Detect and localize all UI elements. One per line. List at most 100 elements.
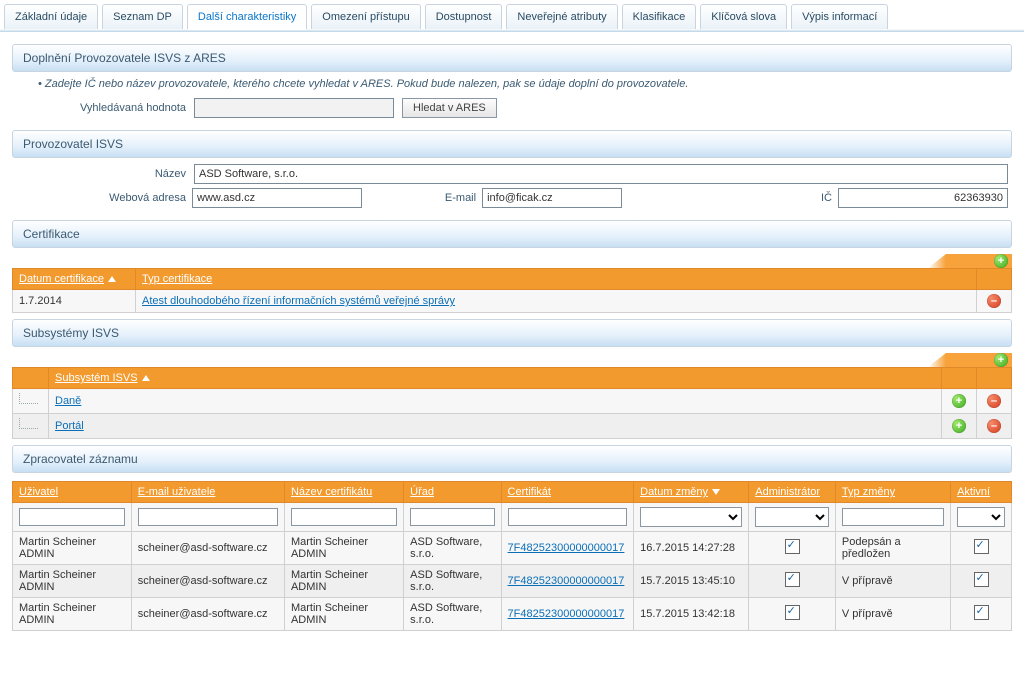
zprac-col-cert[interactable]: Certifikát (501, 482, 634, 503)
sort-desc-icon (712, 489, 720, 495)
web-input[interactable] (192, 188, 362, 208)
zprac-cert: 7F48252300000000017 (501, 565, 634, 598)
tab-underline (0, 29, 1024, 32)
ares-search-label: Vyhledávaná hodnota (16, 102, 186, 114)
checkbox-icon (785, 605, 800, 620)
tab-0[interactable]: Základní údaje (4, 4, 98, 29)
zprac-col-datum[interactable]: Datum změny (634, 482, 749, 503)
subs-link[interactable]: Daně (55, 395, 81, 407)
add-subs-icon[interactable]: + (994, 353, 1008, 367)
ic-label: IČ (821, 192, 832, 204)
filter-cert[interactable] (508, 508, 628, 526)
zprac-email: scheiner@asd-software.cz (131, 565, 284, 598)
nazev-label: Název (16, 168, 186, 180)
subs-link[interactable]: Portál (55, 420, 84, 432)
cert-typ: Atest dlouhodobého řízení informačních s… (136, 290, 977, 313)
zprac-admin (749, 532, 836, 565)
ares-search-input[interactable] (194, 98, 394, 118)
tab-1[interactable]: Seznam DP (102, 4, 183, 29)
tab-5[interactable]: Neveřejné atributy (506, 4, 617, 29)
tab-2[interactable]: Další charakteristiky (187, 4, 307, 29)
email-label: E-mail (445, 192, 476, 204)
delete-icon[interactable]: – (987, 394, 1001, 408)
zprac-col-admin[interactable]: Administrátor (749, 482, 836, 503)
tab-6[interactable]: Klasifikace (622, 4, 697, 29)
checkbox-icon (785, 539, 800, 554)
filter-uzivatel[interactable] (19, 508, 125, 526)
filter-urad[interactable] (410, 508, 494, 526)
zprac-aktivni (951, 565, 1012, 598)
subs-grid: Subsystém ISVS Daně + – Portál + – (12, 367, 1012, 439)
filter-admin[interactable] (755, 507, 829, 527)
delete-icon[interactable]: – (987, 419, 1001, 433)
tree-connector (13, 414, 49, 439)
tab-4[interactable]: Dostupnost (425, 4, 503, 29)
subs-col-tree (13, 368, 49, 389)
filter-aktivni[interactable] (957, 507, 1005, 527)
add-child-icon[interactable]: + (952, 394, 966, 408)
zprac-col-nazevcert[interactable]: Název certifikátu (284, 482, 403, 503)
nazev-input[interactable] (194, 164, 1008, 184)
section-provozovatel-header: Provozovatel ISVS (12, 130, 1012, 158)
zprac-urad: ASD Software, s.r.o. (404, 565, 501, 598)
zprac-grid: Uživatel E-mail uživatele Název certifik… (12, 481, 1012, 631)
zprac-col-urad[interactable]: Úřad (404, 482, 501, 503)
tree-connector (13, 389, 49, 414)
filter-nazevcert[interactable] (291, 508, 397, 526)
subs-col-name[interactable]: Subsystém ISVS (49, 368, 942, 389)
subs-col-add (942, 368, 977, 389)
zprac-typ: V přípravě (835, 598, 950, 631)
table-row: Martin Scheiner ADMINscheiner@asd-softwa… (13, 532, 1012, 565)
cert-grid: Datum certifikace Typ certifikace 1.7.20… (12, 268, 1012, 313)
zprac-uzivatel: Martin Scheiner ADMIN (13, 532, 132, 565)
cert-link[interactable]: 7F48252300000000017 (508, 575, 625, 587)
filter-datum[interactable] (640, 507, 742, 527)
email-input[interactable] (482, 188, 622, 208)
section-zprac-header: Zpracovatel záznamu (12, 445, 1012, 473)
section-provozovatel-body: Název Webová adresa E-mail IČ (16, 164, 1008, 208)
zprac-col-typ[interactable]: Typ změny (835, 482, 950, 503)
cert-link[interactable]: 7F48252300000000017 (508, 542, 625, 554)
zprac-cert: 7F48252300000000017 (501, 532, 634, 565)
web-label: Webová adresa (16, 192, 186, 204)
zprac-aktivni (951, 532, 1012, 565)
cert-col-typ[interactable]: Typ certifikace (136, 269, 977, 290)
zprac-nazevcert: Martin Scheiner ADMIN (284, 565, 403, 598)
tab-8[interactable]: Výpis informací (791, 4, 888, 29)
zprac-uzivatel: Martin Scheiner ADMIN (13, 565, 132, 598)
ares-search-button[interactable]: Hledat v ARES (402, 98, 497, 118)
ares-hint: Zadejte IČ nebo název provozovatele, kte… (38, 78, 1008, 90)
section-cert-header: Certifikace (12, 220, 1012, 248)
add-child-icon[interactable]: + (952, 419, 966, 433)
zprac-datum: 15.7.2015 13:45:10 (634, 565, 749, 598)
checkbox-icon (974, 605, 989, 620)
sort-asc-icon (108, 276, 116, 282)
zprac-col-email[interactable]: E-mail uživatele (131, 482, 284, 503)
delete-icon[interactable]: – (987, 294, 1001, 308)
zprac-email: scheiner@asd-software.cz (131, 532, 284, 565)
cert-col-datum[interactable]: Datum certifikace (13, 269, 136, 290)
zprac-cert: 7F48252300000000017 (501, 598, 634, 631)
cert-link[interactable]: 7F48252300000000017 (508, 608, 625, 620)
filter-typ[interactable] (842, 508, 944, 526)
section-ares-body: Zadejte IČ nebo název provozovatele, kte… (16, 78, 1008, 118)
subs-add-corner: + (12, 353, 1012, 367)
tab-bar: Základní údajeSeznam DPDalší charakteris… (0, 0, 1024, 29)
table-row: Martin Scheiner ADMINscheiner@asd-softwa… (13, 598, 1012, 631)
tab-7[interactable]: Klíčová slova (700, 4, 787, 29)
section-ares-header: Doplnění Provozovatele ISVS z ARES (12, 44, 1012, 72)
add-cert-icon[interactable]: + (994, 254, 1008, 268)
cert-col-actions (977, 269, 1012, 290)
cert-typ-link[interactable]: Atest dlouhodobého řízení informačních s… (142, 295, 455, 307)
tab-3[interactable]: Omezení přístupu (311, 4, 420, 29)
filter-email[interactable] (138, 508, 278, 526)
checkbox-icon (974, 572, 989, 587)
ic-input[interactable] (838, 188, 1008, 208)
zprac-typ: Podepsán a předložen (835, 532, 950, 565)
zprac-admin (749, 598, 836, 631)
zprac-datum: 16.7.2015 14:27:28 (634, 532, 749, 565)
section-subs-header: Subsystémy ISVS (12, 319, 1012, 347)
zprac-col-uzivatel[interactable]: Uživatel (13, 482, 132, 503)
zprac-col-aktivni[interactable]: Aktivní (951, 482, 1012, 503)
tree-row: Daně + – (13, 389, 1012, 414)
